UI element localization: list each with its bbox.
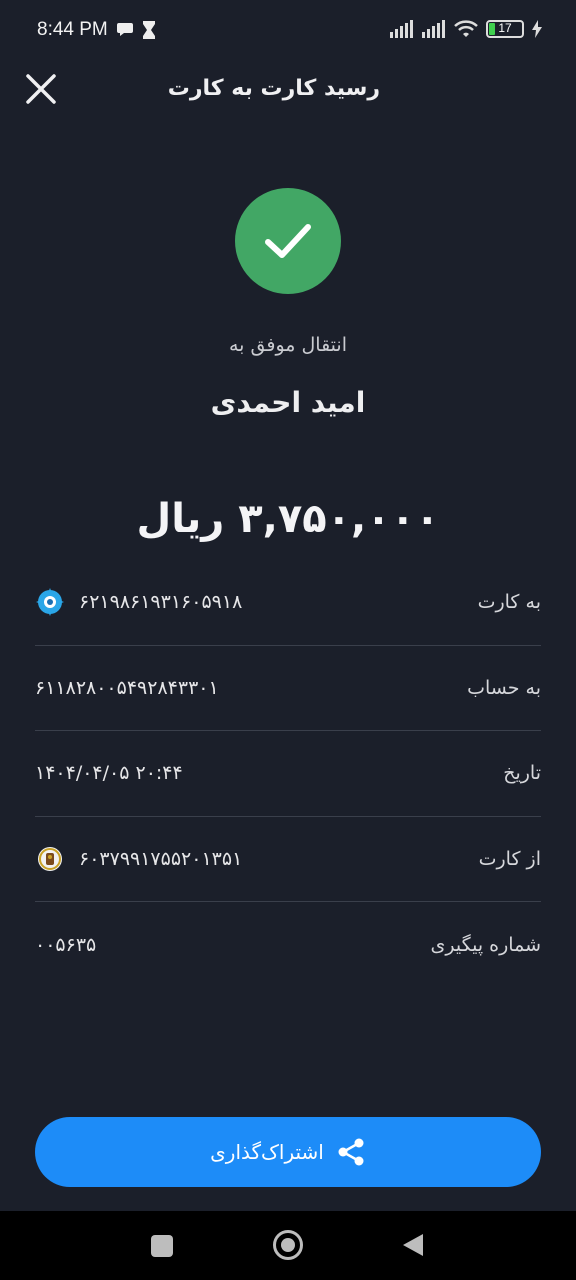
source-card-label: از کارت bbox=[478, 847, 541, 870]
close-button[interactable] bbox=[24, 72, 58, 106]
date-label: تاریخ bbox=[503, 762, 541, 785]
share-label: اشتراک‌گذاری bbox=[210, 1140, 324, 1164]
dest-account-value: ۶۱۱۸۲۸۰۰۵۴۹۲۸۴۳۳۰۱ bbox=[35, 676, 219, 699]
melli-bank-logo-icon bbox=[35, 844, 65, 874]
chat-bubble-icon bbox=[117, 21, 155, 39]
dest-account-label: به حساب bbox=[467, 676, 541, 699]
detail-row-dest-card: به کارت ۶۲۱۹۸۶۱۹۳۱۶۰۵۹۱۸ bbox=[35, 560, 541, 646]
charging-icon bbox=[532, 20, 542, 38]
recipient-name: امید احمدی bbox=[210, 386, 366, 419]
share-button[interactable]: اشتراک‌گذاری bbox=[35, 1117, 541, 1187]
success-message: انتقال موفق به bbox=[229, 334, 347, 356]
status-right-icons: 17 bbox=[390, 20, 542, 38]
close-icon bbox=[26, 74, 56, 104]
page-title: رسید کارت به کارت bbox=[167, 76, 380, 101]
signal-icon-2 bbox=[422, 20, 445, 38]
tracking-label: شماره پیگیری bbox=[430, 933, 541, 956]
signal-icon bbox=[390, 20, 413, 38]
detail-row-tracking: شماره پیگیری ۰۰۵۶۳۵ bbox=[35, 902, 541, 988]
recents-button-icon[interactable] bbox=[151, 1235, 173, 1257]
share-icon bbox=[338, 1138, 364, 1166]
saman-bank-logo-icon bbox=[35, 587, 65, 617]
tracking-value: ۰۰۵۶۳۵ bbox=[35, 933, 97, 956]
receipt-details: به کارت ۶۲۱۹۸۶۱۹۳۱۶۰۵۹۱۸ به حساب ۶۱۱۸۲۸۰… bbox=[35, 560, 541, 988]
notification-icons bbox=[117, 20, 161, 44]
dest-card-value-wrap: ۶۲۱۹۸۶۱۹۳۱۶۰۵۹۱۸ bbox=[35, 587, 242, 617]
status-time: 8:44 PM bbox=[37, 19, 108, 40]
battery-level: 17 bbox=[498, 21, 512, 35]
system-nav-bar bbox=[0, 1211, 576, 1280]
detail-row-dest-account: به حساب ۶۱۱۸۲۸۰۰۵۴۹۲۸۴۳۳۰۱ bbox=[35, 646, 541, 731]
success-check-icon bbox=[235, 188, 341, 294]
wifi-icon bbox=[454, 20, 478, 37]
dest-card-label: به کارت bbox=[477, 591, 541, 614]
source-card-value: ۶۰۳۷۹۹۱۷۵۵۲۰۱۳۵۱ bbox=[79, 847, 243, 870]
dest-card-value: ۶۲۱۹۸۶۱۹۳۱۶۰۵۹۱۸ bbox=[79, 591, 243, 614]
back-button-icon[interactable] bbox=[403, 1234, 423, 1256]
detail-row-date: تاریخ ۱۴۰۴/۰۴/۰۵ ۲۰:۴۴ bbox=[35, 731, 541, 817]
battery-icon: 17 bbox=[486, 20, 524, 38]
header: رسید کارت به کارت bbox=[0, 62, 576, 120]
source-card-value-wrap: ۶۰۳۷۹۹۱۷۵۵۲۰۱۳۵۱ bbox=[35, 844, 242, 874]
home-button-icon[interactable] bbox=[273, 1230, 303, 1260]
transfer-amount: ۳,۷۵۰,۰۰۰ ریال bbox=[136, 496, 440, 542]
detail-row-source-card: از کارت ۶۰۳۷۹۹۱۷۵۵۲۰۱۳۵۱ bbox=[35, 817, 541, 902]
status-bar: 8:44 PM 17 bbox=[0, 0, 576, 62]
date-value: ۱۴۰۴/۰۴/۰۵ ۲۰:۴۴ bbox=[35, 762, 183, 785]
